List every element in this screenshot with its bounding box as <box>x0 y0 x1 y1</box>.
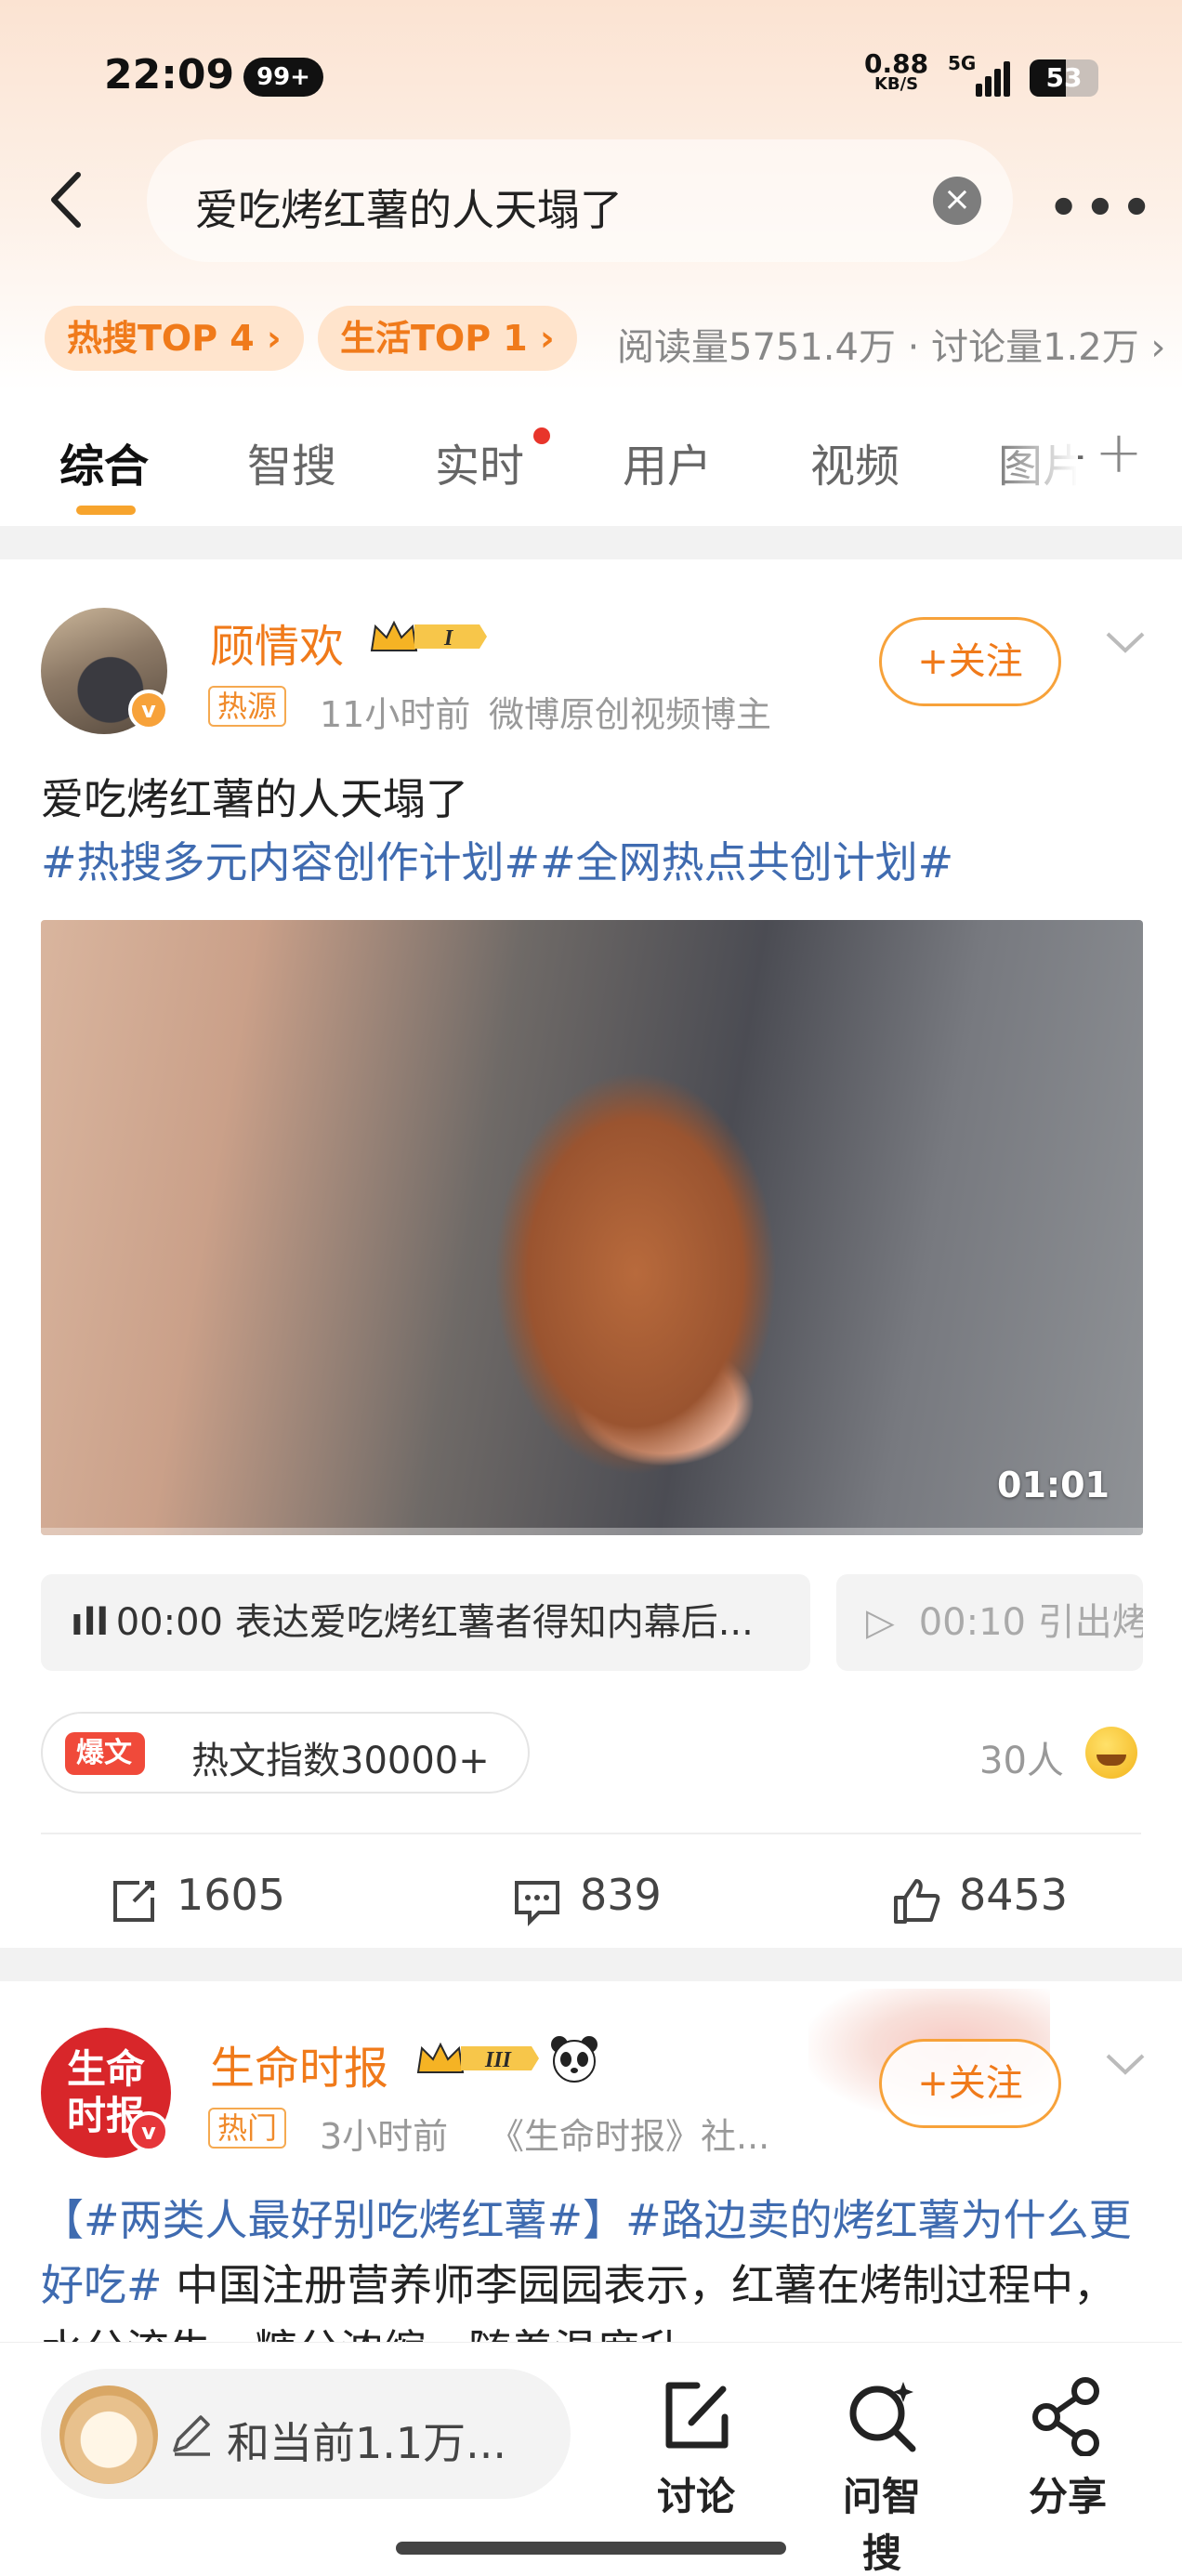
read-stats-text: 阅读量5751.4万 · 讨论量1.2万 <box>617 326 1139 369</box>
search-input[interactable]: 爱吃烤红薯的人天塌了 × <box>147 139 1013 262</box>
share-label: 分享 <box>1028 2474 1107 2519</box>
tab-fade <box>985 409 1078 520</box>
ask-smart-search-button[interactable]: 问智搜 <box>831 2376 933 2576</box>
home-indicator[interactable] <box>396 2542 786 2555</box>
hot-search-label: 热搜TOP 4 <box>67 318 255 359</box>
post-time: 11小时前 <box>320 694 471 735</box>
clear-icon[interactable]: × <box>933 177 981 225</box>
svg-text:I: I <box>443 626 454 651</box>
comment-count: 839 <box>580 1870 662 1920</box>
follow-button[interactable]: +关注 <box>879 617 1061 706</box>
repost-button[interactable]: 1605 <box>108 1870 286 1922</box>
video-player[interactable]: 01:01 <box>41 920 1143 1535</box>
share-icon <box>1032 2377 1099 2457</box>
hot-article-tag: 爆文 <box>65 1732 145 1775</box>
compose-input[interactable]: 和当前1.1万... <box>41 2369 571 2499</box>
play-icon: ▷ <box>866 1601 895 1644</box>
battery-level: 53 <box>1045 62 1083 93</box>
comment-button[interactable]: 839 <box>511 1870 662 1926</box>
verified-icon: v <box>128 690 169 730</box>
chapter-item[interactable]: ▷ 00:10 引出烤 <box>836 1574 1143 1671</box>
repost-count: 1605 <box>177 1870 286 1920</box>
back-icon[interactable] <box>37 167 102 232</box>
more-icon[interactable]: ••• <box>1048 180 1158 236</box>
smart-search-icon <box>849 2382 916 2452</box>
tab-users[interactable]: 用户 <box>623 429 712 494</box>
author-desc: 《生命时报》社... <box>489 2116 770 2157</box>
discuss-button[interactable]: 讨论 <box>645 2376 747 2519</box>
read-stats[interactable]: 阅读量5751.4万 · 讨论量1.2万 › <box>617 317 1165 371</box>
comment-icon <box>515 1881 559 1926</box>
ask-label: 问智搜 <box>842 2474 921 2576</box>
source-tag: 热源 <box>208 686 287 727</box>
hot-tags-row: 热搜TOP 4 › 生活TOP 1 › 阅读量5751.4万 · 讨论量1.2万… <box>0 302 1182 375</box>
hot-index-text: 热文指数30000+ <box>191 1740 490 1782</box>
user-avatar <box>59 2385 158 2484</box>
post-title: 爱吃烤红薯的人天塌了 <box>41 774 468 824</box>
video-duration: 01:01 <box>997 1465 1110 1505</box>
clock: 22:09 <box>104 51 235 99</box>
tab-videos[interactable]: 视频 <box>810 429 900 494</box>
search-query: 爱吃烤红薯的人天塌了 <box>195 185 623 235</box>
repost-icon <box>113 1881 154 1922</box>
chapter-text: 00:00 表达爱吃烤红薯者得知内幕后... <box>115 1601 754 1644</box>
author-desc: 微博原创视频博主 <box>489 694 772 735</box>
post-hashtag[interactable]: 【#两类人最好别吃烤红薯#】 <box>41 2195 625 2245</box>
chevron-down-icon[interactable] <box>1102 2046 1149 2083</box>
edit-square-icon <box>665 2382 729 2449</box>
post-text: 中国注册营养师李园园表示，红薯在烤制过程中，水分流失，糖分浓缩，随着温度升 <box>41 2260 1117 2342</box>
hot-search-rank[interactable]: 热搜TOP 4 › <box>45 306 304 371</box>
hot-tag: 热门 <box>208 2108 287 2149</box>
status-bar: 22:09 99+ 0.88 KB/S 5G 53 <box>0 0 1182 149</box>
vip-crown-icon: III <box>416 2042 539 2073</box>
vip-crown-icon: I <box>370 620 487 651</box>
post-body: 【#两类人最好别吃烤红薯#】#路边卖的烤红薯为什么更好吃# 中国注册营养师李园园… <box>41 2188 1143 2342</box>
network-speed: 0.88 KB/S <box>864 51 928 93</box>
separator <box>41 1833 1141 1834</box>
tab-comprehensive[interactable]: 综合 <box>59 429 149 494</box>
verified-icon: v <box>128 2111 169 2152</box>
compose-placeholder: 和当前1.1万... <box>227 2418 507 2468</box>
notification-badge: 99+ <box>243 58 323 97</box>
panda-icon <box>551 2036 598 2083</box>
signal-icon <box>974 61 1011 97</box>
chapter-item[interactable]: ıll 00:00 表达爱吃烤红薯者得知内幕后... <box>41 1574 810 1671</box>
life-rank[interactable]: 生活TOP 1 › <box>318 306 577 371</box>
follow-button[interactable]: +关注 <box>879 2039 1061 2128</box>
bottom-bar: 和当前1.1万... 讨论 问智搜 分享 <box>0 2342 1182 2576</box>
tab-smart-search[interactable]: 智搜 <box>247 429 336 494</box>
author-name[interactable]: 顾情欢 <box>210 610 344 675</box>
audio-bars-icon: ıll <box>71 1601 110 1644</box>
svg-text:III: III <box>484 2048 513 2072</box>
chapter-text: 00:10 引出烤 <box>918 1601 1143 1644</box>
post-time: 3小时前 <box>320 2116 449 2157</box>
realtime-dot <box>533 427 550 444</box>
section-divider <box>0 1948 1182 1981</box>
like-count: 8453 <box>959 1870 1069 1920</box>
chevron-down-icon[interactable] <box>1102 624 1149 662</box>
life-label: 生活TOP 1 <box>340 318 528 359</box>
search-header: 爱吃烤红薯的人天塌了 × ••• <box>0 139 1182 265</box>
tab-bar: 综合 智搜 实时 用户 视频 图片 + <box>0 409 1182 520</box>
hot-article-badge[interactable]: 爆文 热文指数30000+ <box>41 1712 530 1794</box>
video-progress <box>41 1528 1143 1535</box>
network-type: 5G <box>948 52 977 74</box>
laugh-emoji-icon[interactable] <box>1085 1727 1137 1779</box>
thumbs-up-icon <box>894 1879 940 1924</box>
pencil-icon <box>173 2415 210 2456</box>
author-name[interactable]: 生命时报 <box>210 2031 388 2096</box>
post-actions: 1605 839 8453 <box>0 1853 1182 1946</box>
post-hashtags[interactable]: #热搜多元内容创作计划##全网热点共创计划# <box>41 831 953 894</box>
battery-icon: 53 <box>1030 59 1098 97</box>
reaction-count: 30人 <box>979 1740 1064 1782</box>
section-divider <box>0 526 1182 559</box>
active-tab-indicator <box>76 506 136 515</box>
add-tab-icon[interactable]: + <box>1095 418 1143 486</box>
like-button[interactable]: 8453 <box>890 1870 1069 1924</box>
discuss-label: 讨论 <box>656 2474 735 2519</box>
tab-realtime[interactable]: 实时 <box>435 429 524 494</box>
share-button[interactable]: 分享 <box>1017 2376 1119 2519</box>
